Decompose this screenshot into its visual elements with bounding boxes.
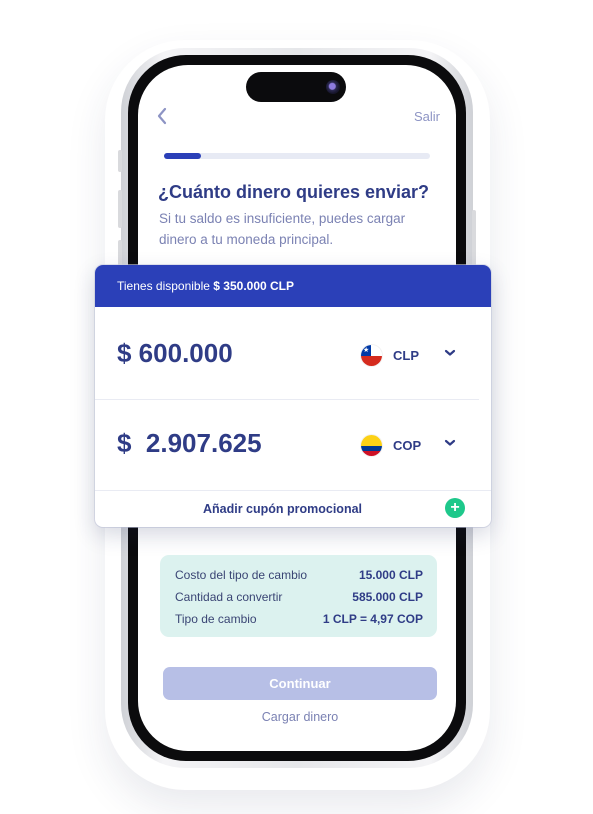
page-title: ¿Cuánto dinero quieres enviar? xyxy=(158,182,430,202)
balance-banner: Tienes disponible $ 350.000 CLP xyxy=(95,265,491,307)
page-subtitle: Si tu saldo es insuficiente, puedes carg… xyxy=(159,211,406,247)
dynamic-island xyxy=(246,72,346,102)
summary-label: Cantidad a convertir xyxy=(175,590,283,604)
add-coupon-button[interactable]: Añadir cupón promocional + xyxy=(95,491,491,527)
progress-bar xyxy=(164,153,430,159)
summary-value: 585.000 CLP xyxy=(352,590,423,604)
chevron-down-icon[interactable] xyxy=(443,346,457,360)
add-coupon-label: Añadir cupón promocional xyxy=(202,502,363,516)
summary-row: Costo del tipo de cambio 15.000 CLP xyxy=(175,568,423,586)
progress-bar-fill xyxy=(164,153,202,159)
phone-power-button xyxy=(472,210,476,270)
summary-value: 15.000 CLP xyxy=(358,568,423,582)
conversion-summary: Costo del tipo de cambio 15.000 CLP Cant… xyxy=(160,555,437,637)
load-money-link[interactable]: Cargar dinero xyxy=(163,710,437,724)
amount-card: Tienes disponible $ 350.000 CLP $ 600.00… xyxy=(95,265,491,527)
balance-amount: $ 350.000 CLP xyxy=(213,279,295,293)
send-amount-input[interactable]: $ 600.000 xyxy=(117,338,233,369)
exit-button[interactable]: Salir xyxy=(396,109,440,124)
send-amount-row[interactable]: $ 600.000 ★ CLP xyxy=(95,310,491,400)
chile-flag-icon: ★ xyxy=(361,345,382,366)
phone-volume-up xyxy=(118,190,122,228)
receive-currency-label: COP xyxy=(393,438,422,453)
summary-row: Tipo de cambio 1 CLP = 4,97 COP xyxy=(175,612,423,630)
continue-button[interactable]: Continuar xyxy=(163,667,437,700)
plus-circle-icon[interactable]: + xyxy=(445,498,465,518)
colombia-flag-icon xyxy=(361,435,382,456)
summary-value: 1 CLP = 4,97 COP xyxy=(322,612,423,626)
camera-icon xyxy=(326,80,340,94)
back-button[interactable] xyxy=(155,105,175,129)
balance-prefix: Tienes disponible xyxy=(117,279,210,293)
summary-label: Costo del tipo de cambio xyxy=(175,568,308,582)
chevron-left-icon xyxy=(157,107,167,125)
summary-row: Cantidad a convertir 585.000 CLP xyxy=(175,590,423,608)
phone-silent-switch xyxy=(118,150,122,172)
receive-amount-input[interactable]: $ 2.907.625 xyxy=(117,428,262,459)
receive-amount-row[interactable]: $ 2.907.625 COP xyxy=(95,400,491,490)
chevron-down-icon[interactable] xyxy=(443,436,457,450)
summary-label: Tipo de cambio xyxy=(175,612,257,626)
send-currency-label: CLP xyxy=(393,348,419,363)
